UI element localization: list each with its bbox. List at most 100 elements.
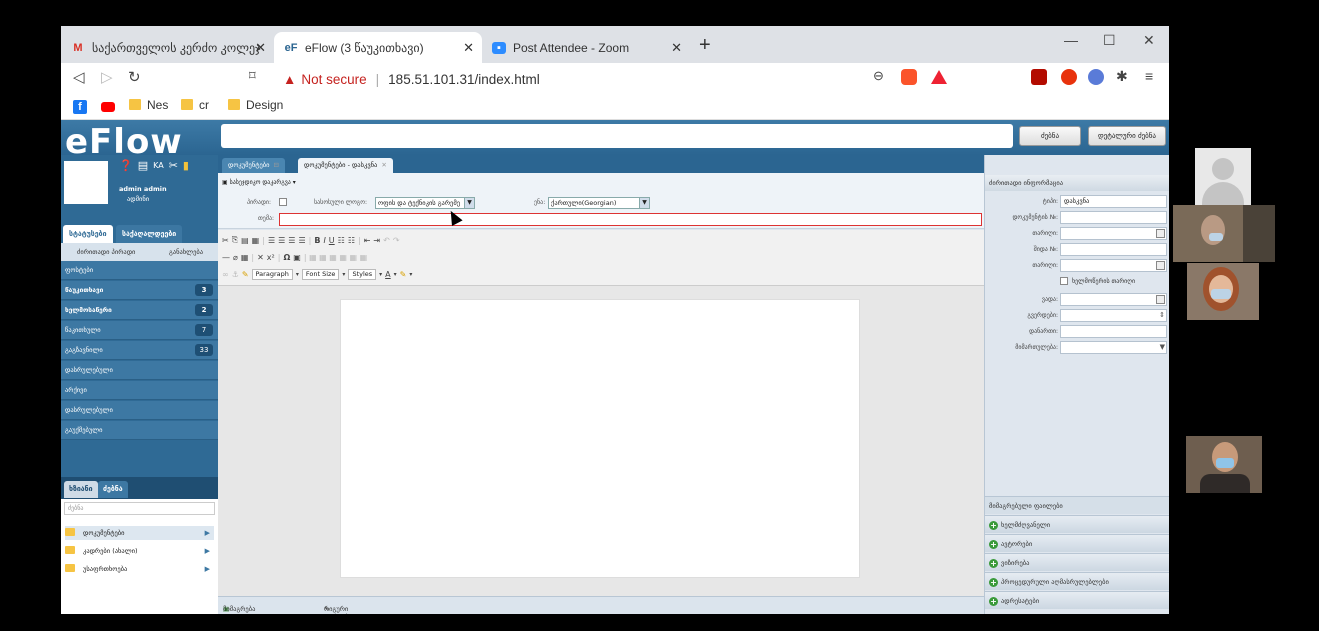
forward-icon[interactable]: ▷ <box>101 68 113 86</box>
section-supervisor[interactable]: + ხელმძღვანელი <box>985 515 1169 533</box>
remove-format-icon[interactable]: ✕ <box>257 253 264 262</box>
tab-folders[interactable]: საქაღალდეები <box>116 225 183 243</box>
link-icon[interactable]: ∞ <box>222 270 229 279</box>
close-window-button[interactable]: ✕ <box>1143 32 1155 49</box>
align-left-icon[interactable]: ☰ <box>268 236 275 245</box>
tab-tree[interactable]: ხზიანი <box>64 481 98 498</box>
logout-icon[interactable]: ▮ <box>183 159 189 173</box>
global-search-input[interactable] <box>221 124 1013 148</box>
list-item-read[interactable]: წაკითხული 7 <box>61 321 218 340</box>
search-button[interactable]: ძებნა <box>1019 126 1081 146</box>
tab-statuses[interactable]: სტატუსები <box>63 225 113 243</box>
brave-shield-icon[interactable] <box>901 69 917 85</box>
internal-number-field[interactable] <box>1060 243 1167 256</box>
styles-select[interactable]: Styles <box>348 268 377 280</box>
section-addressees[interactable]: + ადრესატები <box>985 591 1169 609</box>
tree-search-input[interactable]: ძებნა <box>64 502 215 515</box>
signature-date-checkbox[interactable] <box>1060 277 1068 285</box>
image-icon[interactable]: ▣ <box>293 253 301 262</box>
pdf-extension-icon[interactable] <box>1031 69 1047 85</box>
close-icon[interactable]: ⊟ <box>274 161 279 169</box>
indent-icon[interactable]: ⇥ <box>373 236 380 245</box>
section-executors[interactable]: + პროცედურული აღმასრულებლები <box>985 572 1169 590</box>
tab-eflow[interactable]: eF eFlow (3 წაუკითხავი) ✕ <box>274 32 482 63</box>
list-item-finished[interactable]: დასრულებული <box>61 401 218 420</box>
calendar-icon[interactable] <box>1156 229 1165 238</box>
type-field[interactable]: დასკვნა <box>1060 195 1167 208</box>
section-visa[interactable]: + ვიზირება <box>985 553 1169 571</box>
list-item-mail[interactable]: ფოსტები <box>61 261 218 280</box>
back-icon[interactable]: ◁ <box>73 68 85 86</box>
list-item-to-sign[interactable]: ხელმოსაწერი 2 <box>61 301 218 320</box>
ublock-extension-icon[interactable] <box>1061 69 1077 85</box>
language-switch[interactable]: KA <box>153 159 164 173</box>
maximize-button[interactable]: ☐ <box>1103 32 1116 49</box>
highlight-icon[interactable]: ✎ <box>400 270 407 279</box>
calendar-icon[interactable] <box>1156 295 1165 304</box>
close-tab-icon[interactable]: ✕ <box>463 40 474 56</box>
text-color-icon[interactable]: A <box>385 270 390 279</box>
justify-icon[interactable]: ☰ <box>298 236 305 245</box>
bookmark-icon[interactable]: ⌑ <box>249 68 256 84</box>
list-item-cancelled[interactable]: გაუქმებული <box>61 421 218 440</box>
table-icon[interactable]: ▦ <box>241 253 249 262</box>
language-select[interactable]: ქართული(Georgian) ▼ <box>548 197 650 209</box>
spinner-icon[interactable]: ⇕ <box>1159 310 1165 321</box>
vpn-extension-icon[interactable] <box>1088 69 1104 85</box>
list-item-sent[interactable]: გაგზავნილი 33 <box>61 341 218 360</box>
anchor-icon[interactable]: ⚓ <box>232 270 239 279</box>
align-center-icon[interactable]: ☰ <box>278 236 285 245</box>
bookmark-cr[interactable]: cr <box>181 98 209 112</box>
minimize-button[interactable]: — <box>1064 32 1078 48</box>
address-bar[interactable]: ▲ Not secure | 185.51.101.31/index.html <box>283 67 963 91</box>
tab-gmail[interactable]: M საქართველოს კერძო კოლეჯ ✕ <box>61 32 274 63</box>
attachment-field[interactable] <box>1060 325 1167 338</box>
horizontal-rule-icon[interactable]: — <box>222 253 230 262</box>
list-item-completed[interactable]: დასრულებული <box>61 361 218 380</box>
close-tab-icon[interactable]: ✕ <box>255 40 266 56</box>
tree-node-security[interactable]: უსაფრთხოება ▶ <box>65 562 214 576</box>
date-field[interactable] <box>1060 227 1167 240</box>
youtube-icon[interactable] <box>101 102 115 112</box>
tree-node-documents[interactable]: დოკუმენტები ▶ <box>65 526 214 540</box>
save-menu[interactable]: ▣ სასეჯდიკო დაკარგვა ▾ <box>222 179 296 186</box>
paste-word-icon[interactable]: ▦ <box>252 236 260 245</box>
calendar-icon[interactable] <box>1156 261 1165 270</box>
close-tab-icon[interactable]: ✕ <box>671 40 682 56</box>
close-icon[interactable]: ✕ <box>381 161 386 169</box>
direction-select[interactable]: ▼ <box>1060 341 1167 354</box>
italic-icon[interactable]: I <box>323 236 325 245</box>
bullet-list-icon[interactable]: ☷ <box>338 236 345 245</box>
redo-icon[interactable]: ↷ <box>393 236 400 245</box>
outdent-icon[interactable]: ⇤ <box>364 236 371 245</box>
align-right-icon[interactable]: ☰ <box>288 236 295 245</box>
attached-files-section[interactable]: მიმაგრებული ფაილები <box>985 496 1169 514</box>
document-number-field[interactable] <box>1060 211 1167 224</box>
tab-documents[interactable]: დოკუმენტები ⊟ <box>222 158 285 173</box>
extensions-puzzle-icon[interactable]: ✱ <box>1116 68 1128 85</box>
special-char-icon[interactable]: Ω <box>283 253 290 262</box>
font-size-select[interactable]: Font Size <box>301 268 340 280</box>
tab-document-conclusion[interactable]: დოკუმენტები - დასკვნა ✕ <box>298 158 393 173</box>
private-checkbox[interactable] <box>279 198 287 206</box>
menu-icon[interactable]: ≡ <box>1145 68 1153 84</box>
bookmark-nes[interactable]: Nes <box>129 98 168 112</box>
help-icon[interactable]: ❓ <box>119 159 133 173</box>
list-item-unread[interactable]: წაუკითხავი 3 <box>61 281 218 300</box>
editor-page[interactable] <box>340 299 860 578</box>
deadline-field[interactable] <box>1060 293 1167 306</box>
subject-input[interactable] <box>279 213 982 226</box>
numbered-list-icon[interactable]: ☷ <box>348 236 355 245</box>
subtab-main[interactable]: ძირითადი პირადი <box>77 248 135 256</box>
copy-icon[interactable]: ⎘ <box>232 235 238 245</box>
tree-node-personnel[interactable]: კადრები (ახალი) ▶ <box>65 544 214 558</box>
clear-format-icon[interactable]: ⌀ <box>233 253 238 262</box>
cut-icon[interactable]: ✂ <box>222 236 229 245</box>
paste-icon[interactable]: ▤ <box>241 236 249 245</box>
new-tab-button[interactable]: + <box>699 34 711 57</box>
zoom-lens-icon[interactable]: ⊖ <box>873 68 884 84</box>
reload-icon[interactable]: ↻ <box>128 68 141 86</box>
contacts-icon[interactable]: ▤ <box>138 159 148 173</box>
tab-zoom[interactable]: ▪ Post Attendee - Zoom ✕ <box>482 32 690 63</box>
bold-icon[interactable]: B <box>314 236 320 245</box>
